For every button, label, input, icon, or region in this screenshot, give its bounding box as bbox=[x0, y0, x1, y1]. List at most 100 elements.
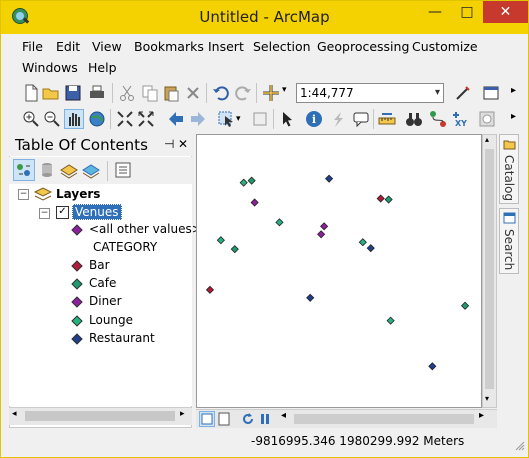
scroll-down-icon[interactable]: ▾ bbox=[485, 394, 489, 403]
close-icon[interactable]: ✕ bbox=[178, 137, 188, 151]
venue-point-diner[interactable] bbox=[320, 222, 329, 231]
find-route-icon[interactable] bbox=[429, 110, 447, 128]
venue-point-diner[interactable] bbox=[317, 230, 326, 239]
scroll-left-icon[interactable]: ◂ bbox=[281, 410, 286, 421]
hyperlink-icon[interactable] bbox=[329, 110, 347, 128]
toc-horizontal-scrollbar[interactable]: ◂ ▸ bbox=[9, 407, 192, 425]
list-by-drawing-order-icon[interactable] bbox=[13, 159, 35, 181]
map-vertical-scrollbar[interactable]: ▴ ▾ bbox=[482, 134, 497, 408]
map-scroll-thumb[interactable] bbox=[485, 149, 494, 389]
venue-point-bar[interactable] bbox=[376, 194, 385, 203]
list-by-visibility-icon[interactable] bbox=[59, 160, 79, 180]
venue-point-lounge[interactable] bbox=[239, 178, 248, 187]
delete-icon[interactable] bbox=[184, 84, 202, 102]
measure-icon[interactable] bbox=[378, 110, 396, 128]
menu-customize[interactable]: Customize bbox=[412, 39, 478, 54]
venue-point-cafe[interactable] bbox=[230, 245, 239, 254]
time-slider-icon[interactable] bbox=[478, 110, 496, 128]
legend-symbol-restaurant[interactable] bbox=[71, 333, 83, 345]
full-extent-icon[interactable] bbox=[88, 110, 106, 128]
pause-drawing-icon[interactable] bbox=[258, 412, 272, 426]
back-extent-icon[interactable] bbox=[167, 110, 185, 128]
venue-point-cafe[interactable] bbox=[461, 301, 470, 310]
table-of-contents-toggle-icon[interactable] bbox=[482, 84, 500, 102]
venue-point-restaurant[interactable] bbox=[325, 174, 334, 183]
legend-symbol-lounge[interactable] bbox=[71, 315, 83, 327]
select-elements-icon[interactable] bbox=[278, 110, 296, 128]
venue-point-diner[interactable] bbox=[250, 198, 259, 207]
menu-bookmarks[interactable]: Bookmarks bbox=[134, 39, 204, 54]
refresh-icon[interactable] bbox=[241, 412, 255, 426]
venues-visibility-checkbox[interactable]: ✓ bbox=[56, 206, 69, 219]
data-view-icon[interactable] bbox=[199, 411, 215, 427]
print-icon[interactable] bbox=[88, 84, 106, 102]
toolbar-overflow-icon[interactable]: ▸ bbox=[511, 85, 516, 96]
copy-icon[interactable] bbox=[141, 84, 159, 102]
catalog-tab[interactable]: Catalog bbox=[499, 134, 519, 204]
menu-windows[interactable]: Windows bbox=[22, 60, 78, 75]
scroll-right-icon[interactable]: ▸ bbox=[479, 410, 484, 421]
venue-point-cafe[interactable] bbox=[247, 176, 256, 185]
pan-icon[interactable] bbox=[64, 109, 84, 129]
other-values-symbol[interactable] bbox=[71, 224, 83, 236]
venue-point-restaurant[interactable] bbox=[366, 244, 375, 253]
save-icon[interactable] bbox=[64, 84, 82, 102]
toolbar-overflow-icon[interactable]: ▸ bbox=[511, 111, 516, 122]
layout-view-icon[interactable] bbox=[217, 412, 231, 426]
pin-icon[interactable]: ⊣ bbox=[164, 137, 174, 151]
new-document-icon[interactable] bbox=[22, 84, 40, 102]
identify-icon[interactable]: i bbox=[305, 110, 323, 128]
forward-extent-icon[interactable] bbox=[189, 110, 207, 128]
editor-toolbar-icon[interactable] bbox=[454, 84, 472, 102]
go-to-xy-icon[interactable]: XY bbox=[452, 110, 470, 128]
redo-icon[interactable] bbox=[234, 84, 252, 102]
collapse-layers-toggle[interactable]: − bbox=[18, 189, 29, 200]
list-by-source-icon[interactable] bbox=[37, 160, 57, 180]
scroll-up-icon[interactable]: ▴ bbox=[485, 135, 489, 144]
venue-point-lounge[interactable] bbox=[386, 316, 395, 325]
map-scale-combo[interactable]: 1:44,777 ▾ bbox=[296, 83, 444, 103]
collapse-venues-toggle[interactable]: − bbox=[39, 208, 50, 219]
menu-edit[interactable]: Edit bbox=[56, 39, 80, 54]
legend-symbol-diner[interactable] bbox=[71, 296, 83, 308]
add-data-icon[interactable] bbox=[262, 84, 280, 102]
venue-point-cafe[interactable] bbox=[384, 195, 393, 204]
menu-view[interactable]: View bbox=[92, 39, 122, 54]
toc-scroll-thumb[interactable] bbox=[25, 411, 175, 421]
find-icon[interactable] bbox=[405, 110, 423, 128]
clear-selection-icon[interactable] bbox=[251, 110, 269, 128]
minimize-button[interactable]: — bbox=[419, 1, 451, 23]
zoom-out-icon[interactable] bbox=[43, 110, 61, 128]
chevron-down-icon[interactable]: ▾ bbox=[435, 84, 440, 102]
legend-symbol-bar[interactable] bbox=[71, 260, 83, 272]
fixed-zoom-out-icon[interactable] bbox=[137, 110, 155, 128]
legend-symbol-cafe[interactable] bbox=[71, 278, 83, 290]
venue-point-restaurant[interactable] bbox=[306, 293, 315, 302]
zoom-in-icon[interactable] bbox=[22, 110, 40, 128]
map-display[interactable] bbox=[196, 134, 482, 408]
menu-geoprocessing[interactable]: Geoprocessing bbox=[317, 39, 409, 54]
select-features-icon[interactable] bbox=[217, 110, 235, 128]
select-features-dropdown-icon[interactable]: ▾ bbox=[236, 114, 241, 124]
resize-grip-icon[interactable] bbox=[515, 441, 525, 451]
venue-point-lounge[interactable] bbox=[275, 218, 284, 227]
venues-layer-label[interactable]: Venues bbox=[72, 204, 122, 220]
html-popup-icon[interactable] bbox=[352, 110, 370, 128]
map-horizontal-scroll-thumb[interactable] bbox=[294, 414, 474, 424]
venue-point-lounge[interactable] bbox=[216, 236, 225, 245]
undo-icon[interactable] bbox=[212, 84, 230, 102]
search-tab[interactable]: Search bbox=[499, 208, 519, 274]
scroll-left-icon[interactable]: ◂ bbox=[12, 409, 17, 419]
menu-insert[interactable]: Insert bbox=[208, 39, 244, 54]
layers-group-label[interactable]: Layers bbox=[56, 187, 100, 201]
toc-options-icon[interactable] bbox=[113, 160, 133, 180]
venue-point-restaurant[interactable] bbox=[428, 362, 437, 371]
maximize-button[interactable]: □ bbox=[451, 1, 483, 23]
close-button[interactable]: ✕ bbox=[483, 1, 528, 23]
open-folder-icon[interactable] bbox=[42, 84, 60, 102]
scroll-right-icon[interactable]: ▸ bbox=[180, 409, 185, 419]
venue-point-lounge[interactable] bbox=[358, 238, 367, 247]
menu-file[interactable]: File bbox=[22, 39, 43, 54]
menu-help[interactable]: Help bbox=[88, 60, 117, 75]
list-by-selection-icon[interactable] bbox=[81, 160, 101, 180]
